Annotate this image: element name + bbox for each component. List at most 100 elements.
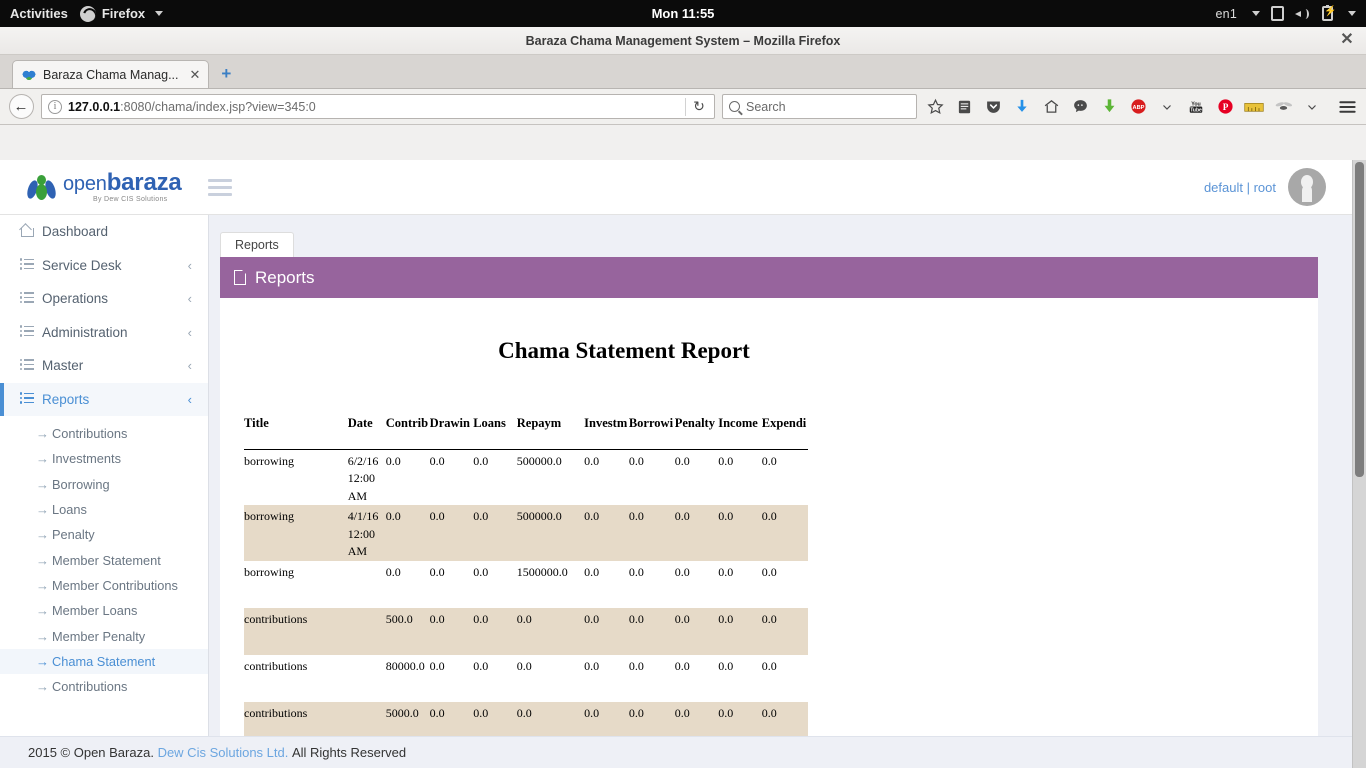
pinterest-icon[interactable]: P [1214, 94, 1236, 120]
column-header-penalty: Penalty [675, 402, 719, 449]
table-body: borrowing 6/2/1612:00AM 0.0 0.0 0.0 5000… [244, 449, 808, 736]
list-icon [20, 392, 42, 407]
cell-borrowing: 0.0 [629, 702, 675, 737]
cell-date [348, 655, 386, 702]
youtube-icon[interactable]: YouTube [1185, 94, 1207, 120]
cell-drawings: 0.0 [430, 702, 474, 737]
new-tab-button[interactable]: + [209, 64, 241, 88]
sidebar-subitem-label: Member Loans [52, 603, 137, 618]
tab-reports[interactable]: Reports [220, 232, 294, 257]
tab-close-icon[interactable]: ✕ [186, 67, 201, 83]
window-close-button[interactable]: ✕ [1338, 31, 1356, 49]
keyboard-language-indicator[interactable]: en1 [1216, 7, 1237, 21]
adblock-icon[interactable]: ABP [1127, 94, 1149, 120]
home-icon[interactable] [1040, 94, 1062, 120]
openbaraza-logo-icon[interactable] [28, 175, 55, 200]
sidebar-subitem-member-contributions[interactable]: → Member Contributions [0, 573, 208, 598]
search-bar[interactable]: Search [722, 94, 917, 119]
sidebar-subitem-member-penalty[interactable]: → Member Penalty [0, 623, 208, 648]
cell-income: 0.0 [718, 561, 762, 608]
save-to-green-icon[interactable] [1098, 94, 1120, 120]
app-menu-firefox[interactable]: Firefox [80, 6, 163, 22]
cell-drawings: 0.0 [430, 449, 474, 505]
brand-wordmark[interactable]: openbaraza By Dew CIS Solutions [63, 171, 182, 203]
cell-drawings: 0.0 [430, 505, 474, 561]
table-row: borrowing 4/1/1612:00AM 0.0 0.0 0.0 5000… [244, 505, 808, 561]
sidebar-subitem-label: Member Statement [52, 553, 161, 568]
avatar[interactable] [1288, 168, 1326, 206]
sidebar-item-operations[interactable]: Operations ‹ [0, 282, 208, 316]
column-header-title: Title [244, 402, 348, 449]
chevron-left-icon: ‹ [188, 325, 192, 340]
sidebar-subitem-investments[interactable]: → Investments [0, 446, 208, 471]
page-scrollbar[interactable] [1352, 160, 1366, 768]
svg-text:ABP: ABP [1132, 105, 1144, 111]
sidebar-item-label: Service Desk [42, 258, 122, 273]
cell-investments: 0.0 [584, 608, 629, 655]
brand-tagline: By Dew CIS Solutions [63, 196, 182, 203]
cell-penalty: 0.0 [675, 702, 719, 737]
adblock-chevron-down-icon[interactable] [1156, 94, 1178, 120]
system-status-area[interactable]: en1 [1216, 6, 1366, 21]
sidebar-item-dashboard[interactable]: Dashboard [0, 215, 208, 249]
sidebar-subitem-penalty[interactable]: → Penalty [0, 522, 208, 547]
cell-date [348, 561, 386, 608]
cell-penalty: 0.0 [675, 655, 719, 702]
sidebar-subitem-member-statement[interactable]: → Member Statement [0, 547, 208, 572]
brand-open: open [63, 173, 107, 195]
reader-view-icon[interactable] [953, 94, 975, 120]
address-bar[interactable]: i 127.0.0.1 :8080/chama/index.jsp?view=3… [41, 94, 715, 119]
sidebar: Dashboard Service Desk ‹ Operations ‹ [0, 215, 209, 736]
sidebar-subitem-contributions[interactable]: → Contributions [0, 421, 208, 446]
sidebar-item-label: Reports [42, 392, 89, 407]
cell-penalty: 0.0 [675, 505, 719, 561]
cell-contributions: 0.0 [386, 449, 430, 505]
cell-expenditure: 0.0 [762, 702, 808, 737]
cell-loans: 0.0 [473, 505, 517, 561]
sidebar-subitem-chama-statement[interactable]: → Chama Statement [0, 649, 208, 674]
activities-button[interactable]: Activities [0, 6, 80, 21]
cell-contributions: 0.0 [386, 561, 430, 608]
cell-date [348, 702, 386, 737]
cell-contributions: 5000.0 [386, 702, 430, 737]
bookmark-star-icon[interactable] [924, 94, 946, 120]
cell-loans: 0.0 [473, 608, 517, 655]
table-row: contributions 500.0 0.0 0.0 0.0 0.0 0.0 … [244, 608, 808, 655]
sidebar-subitem-label: Investments [52, 451, 121, 466]
chat-icon[interactable] [1069, 94, 1091, 120]
user-links[interactable]: default | root [1204, 180, 1276, 195]
reload-icon[interactable]: ↻ [686, 98, 712, 115]
site-info-icon[interactable]: i [48, 100, 62, 114]
cell-title: contributions [244, 655, 348, 702]
arrow-right-icon: → [36, 630, 52, 643]
clock[interactable]: Mon 11:55 [0, 6, 1366, 21]
downloads-icon[interactable] [1011, 94, 1033, 120]
list-icon [20, 325, 42, 340]
sidebar-subitem-member-loans[interactable]: → Member Loans [0, 598, 208, 623]
cell-expenditure: 0.0 [762, 561, 808, 608]
sidebar-item-service-desk[interactable]: Service Desk ‹ [0, 249, 208, 283]
browser-tab[interactable]: Baraza Chama Manag... ✕ [12, 60, 209, 88]
menu-icon[interactable] [1336, 94, 1358, 120]
footer-link-dewcis[interactable]: Dew Cis Solutions Ltd. [158, 745, 289, 760]
cell-drawings: 0.0 [430, 608, 474, 655]
sidebar-toggle-icon[interactable] [208, 175, 232, 200]
arrow-right-icon: → [36, 478, 52, 491]
fly-icon[interactable] [1272, 94, 1294, 120]
fly-chevron-down-icon[interactable] [1301, 94, 1323, 120]
sidebar-item-administration[interactable]: Administration ‹ [0, 316, 208, 350]
system-menu-chevron-down-icon[interactable] [1348, 11, 1356, 16]
sidebar-subitem-label: Penalty [52, 527, 95, 542]
sidebar-item-master[interactable]: Master ‹ [0, 349, 208, 383]
sidebar-subitem-loans[interactable]: → Loans [0, 497, 208, 522]
tab-strip: Baraza Chama Manag... ✕ + [0, 55, 1366, 89]
scrollbar-thumb[interactable] [1355, 162, 1364, 477]
list-icon [20, 258, 42, 273]
sidebar-subitem-contributions-2[interactable]: → Contributions [0, 674, 208, 699]
pocket-icon[interactable] [982, 94, 1004, 120]
sidebar-item-reports[interactable]: Reports ‹ [0, 383, 208, 417]
cell-repayment: 0.0 [517, 702, 584, 737]
sidebar-subitem-borrowing[interactable]: → Borrowing [0, 472, 208, 497]
ruler-icon[interactable] [1243, 94, 1265, 120]
back-button[interactable]: ← [8, 94, 34, 120]
